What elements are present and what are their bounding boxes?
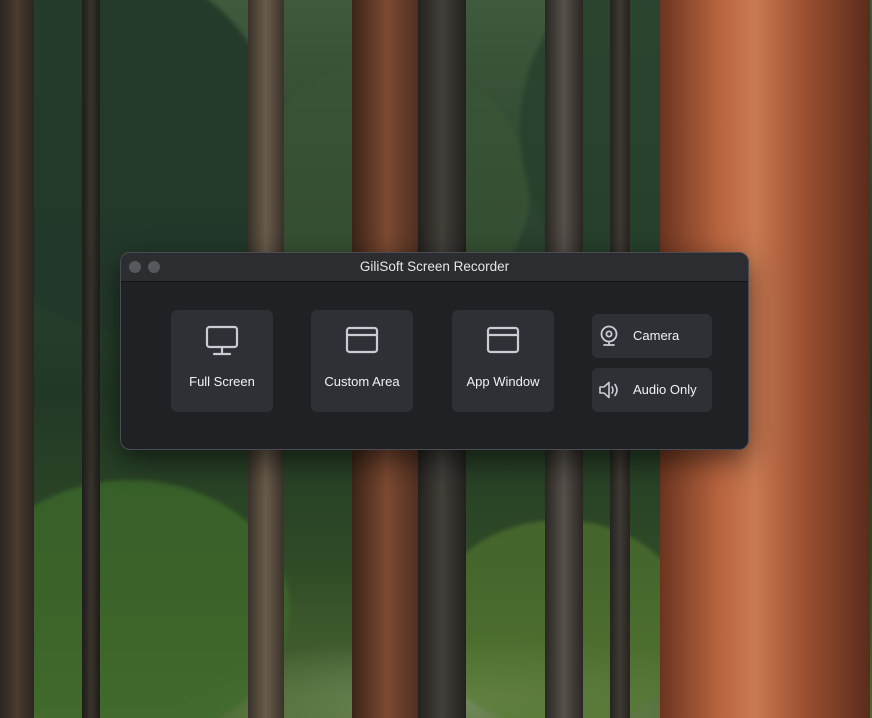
forest-undergrowth — [0, 480, 290, 718]
tree-trunk — [82, 0, 100, 718]
audio-only-label: Audio Only — [633, 382, 697, 397]
window-title: GiliSoft Screen Recorder — [359, 259, 510, 274]
camera-label: Camera — [633, 328, 680, 343]
app-window-button[interactable]: App Window — [452, 310, 554, 412]
window-frame-icon — [486, 326, 520, 354]
recorder-window: GiliSoft Screen Recorder Full Screen Cus… — [120, 252, 749, 450]
audio-only-button[interactable]: Audio Only — [592, 368, 712, 412]
webcam-icon — [600, 325, 618, 346]
custom-area-label: Custom Area — [324, 374, 400, 389]
speaker-icon — [599, 381, 618, 399]
full-screen-button[interactable]: Full Screen — [171, 310, 273, 412]
desktop-wallpaper: GiliSoft Screen Recorder Full Screen Cus… — [0, 0, 872, 718]
monitor-icon — [205, 325, 239, 356]
custom-area-button[interactable]: Custom Area — [311, 310, 413, 412]
window-frame-icon — [345, 326, 379, 354]
title-bar[interactable]: GiliSoft Screen Recorder — [121, 253, 748, 282]
full-screen-label: Full Screen — [189, 374, 255, 389]
tree-trunk — [0, 0, 34, 718]
app-window-label: App Window — [466, 374, 540, 389]
camera-button[interactable]: Camera — [592, 314, 712, 358]
